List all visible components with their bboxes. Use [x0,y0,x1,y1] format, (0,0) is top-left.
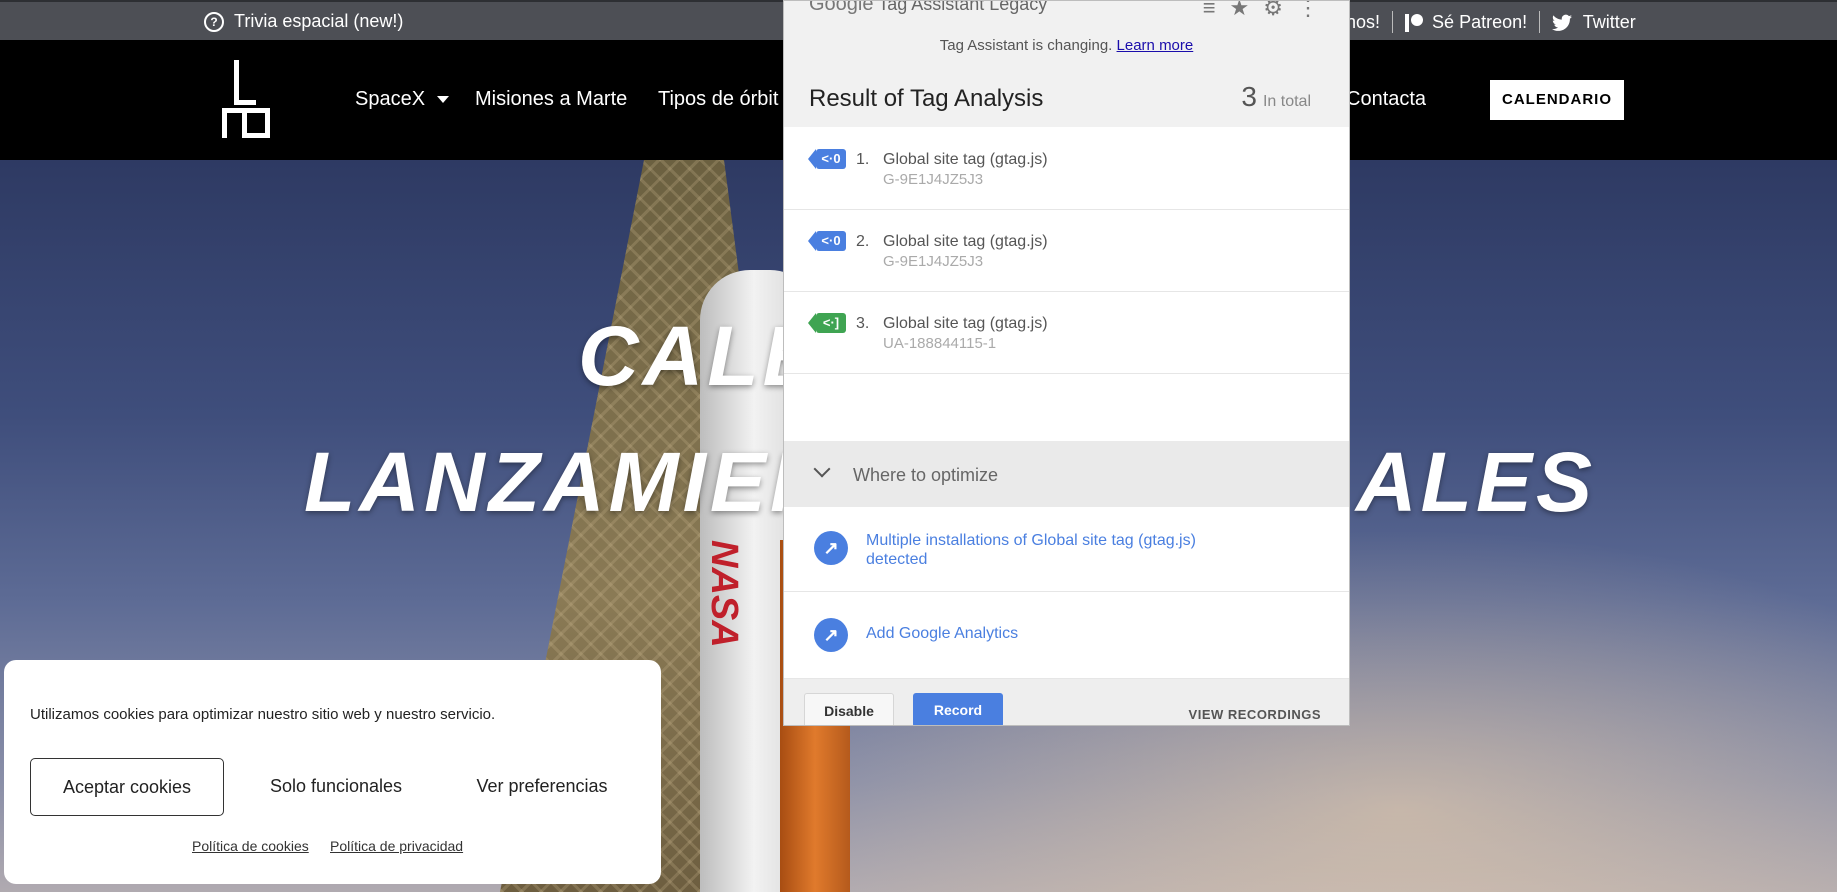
tag-assistant-popup: Google Tag Assistant Legacy ≡ ★ ⚙ ⋮ Tag … [783,0,1350,726]
twitter-link[interactable]: Twitter [1552,12,1636,33]
optimize-item[interactable]: ↗ Multiple installations of Global site … [784,507,1349,592]
product-name: Tag Assistant Legacy [878,0,1048,14]
tag-number: 2. [856,233,870,250]
tag-row[interactable]: <·] 3. Global site tag (gtag.js) UA-1888… [784,291,1349,374]
tag-id: UA-188844115-1 [883,335,997,352]
learn-more-link[interactable]: Learn more [1117,37,1194,54]
where-to-optimize-header[interactable]: Where to optimize [784,441,1349,507]
view-recordings-link[interactable]: VIEW RECORDINGS [1189,707,1321,722]
star-icon[interactable]: ★ [1230,1,1250,21]
header-icons: ≡ ★ ⚙ ⋮ [1203,1,1319,21]
tag-name: Global site tag (gtag.js) [883,151,1048,168]
nav-item-misiones-marte[interactable]: Misiones a Marte [475,88,627,111]
optimize-item-text: Add Google Analytics [866,625,1019,642]
tag-assistant-brand: Google Tag Assistant Legacy [809,0,1048,16]
change-notice-text: Tag Assistant is changing. [939,37,1113,54]
tag-number: 3. [856,315,870,332]
tag-number: 1. [856,151,870,168]
tag-icon: <·] [808,313,846,333]
cookie-banner: Utilizamos cookies para optimizar nuestr… [4,660,661,884]
total-count: 3 In total [1241,81,1311,113]
optimize-item[interactable]: ↗ Add Google Analytics [784,592,1349,679]
site-logo[interactable] [222,60,272,140]
twitter-label: Twitter [1582,11,1636,32]
tag-row[interactable]: <·0 1. Global site tag (gtag.js) G-9E1J4… [784,127,1349,210]
tag-name: Global site tag (gtag.js) [883,233,1048,250]
nasa-logo: NASA [703,540,745,648]
optimize-item-line1: Multiple installations of Global site ta… [866,532,1196,549]
record-button[interactable]: Record [913,693,1003,725]
trivia-link[interactable]: ? Trivia espacial (new!) [204,11,403,32]
total-label: In total [1262,93,1311,110]
gear-icon[interactable]: ⚙ [1263,1,1283,21]
nav-item-spacex[interactable]: SpaceX [355,88,450,111]
total-number: 3 [1241,81,1257,112]
calendar-button[interactable]: CALENDARIO [1490,80,1624,120]
functional-only-button[interactable]: Solo funcionales [244,758,428,814]
twitter-icon [1552,14,1573,31]
google-logo: Google [809,0,874,15]
arrow-icon: ↗ [814,618,848,652]
view-preferences-button[interactable]: Ver preferencias [450,758,634,814]
question-icon: ? [204,11,224,32]
privacy-policy-link[interactable]: Política de privacidad [330,838,463,854]
nav-item-tipos-orbita[interactable]: Tipos de órbit [658,88,778,111]
patreon-link[interactable]: Sé Patreon! [1405,12,1527,33]
tag-assistant-header: Google Tag Assistant Legacy ≡ ★ ⚙ ⋮ Tag … [784,1,1349,127]
where-to-optimize-label: Where to optimize [853,465,999,485]
cookie-message: Utilizamos cookies para optimizar nuestr… [30,706,496,723]
optimize-item-text: Multiple installations of Global site ta… [866,531,1196,569]
chevron-down-icon [813,460,831,478]
chevron-down-icon [437,96,450,104]
result-title: Result of Tag Analysis [809,85,1044,112]
nav-item-label: SpaceX [355,88,426,110]
accept-cookies-button[interactable]: Aceptar cookies [30,758,224,816]
arrow-icon: ↗ [814,531,848,565]
divider [1392,11,1394,33]
change-notice: Tag Assistant is changing. Learn more [784,37,1349,54]
hero-title-line2-right: ALES [1356,435,1597,529]
tag-name: Global site tag (gtag.js) [883,315,1048,332]
trivia-label: Trivia espacial (new!) [234,11,404,31]
cookie-policy-link[interactable]: Política de cookies [192,838,309,854]
patreon-icon [1405,13,1424,32]
tag-icon: <·0 [808,231,846,251]
disable-button[interactable]: Disable [804,693,894,725]
tag-id: G-9E1J4JZ5J3 [883,171,984,188]
filter-icon[interactable]: ≡ [1203,1,1216,21]
more-icon[interactable]: ⋮ [1297,1,1319,21]
optimize-item-line2: detected [866,551,928,568]
patreon-label: Sé Patreon! [1432,11,1528,32]
tag-icon: <·0 [808,149,846,169]
tag-row[interactable]: <·0 2. Global site tag (gtag.js) G-9E1J4… [784,209,1349,292]
nav-item-contacta[interactable]: Contacta [1346,88,1426,111]
tag-assistant-footer: Disable Record VIEW RECORDINGS [784,679,1349,725]
hero-title-line2-left: LANZAMIEN [304,435,835,529]
tag-id: G-9E1J4JZ5J3 [883,253,984,270]
topbar-right-links: nos! Sé Patreon! Twitter [1346,11,1636,33]
contact-link-partial[interactable]: nos! [1346,12,1380,33]
divider [1539,11,1541,33]
